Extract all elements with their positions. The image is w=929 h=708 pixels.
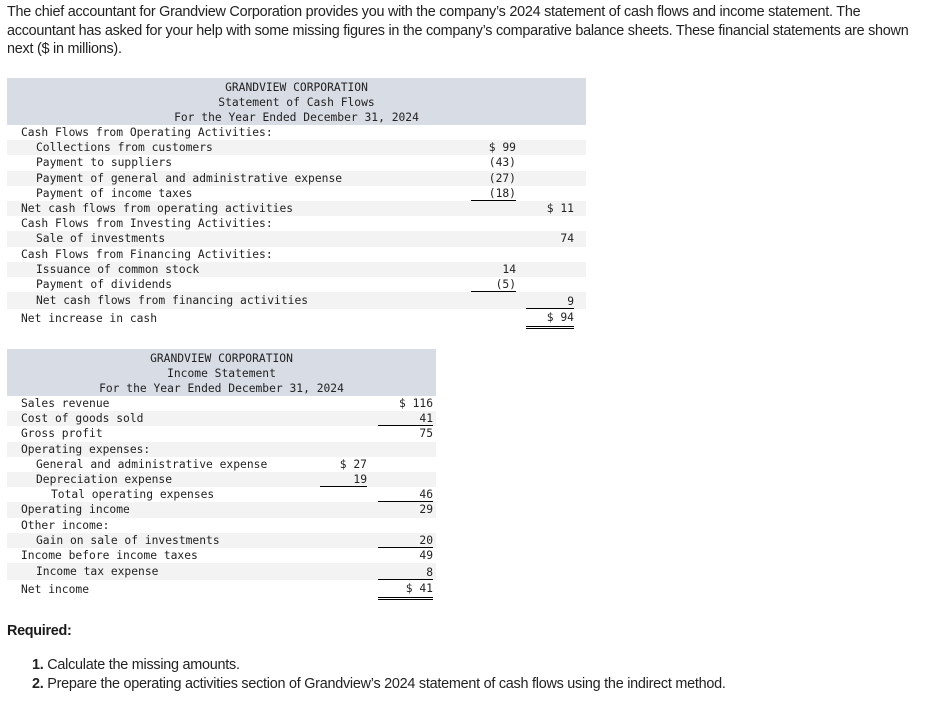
item-text: Prepare the operating activities section…: [43, 676, 726, 692]
row-label: Payment of general and administrative ex…: [36, 171, 343, 185]
table-row: Payment of dividends (5): [7, 277, 586, 292]
statement-period: For the Year Ended December 31, 2024: [99, 382, 344, 395]
amount-col1: (18): [471, 186, 516, 201]
row-label: Gross profit: [21, 427, 103, 441]
table-row: Cost of goods sold 41: [7, 411, 436, 427]
table-row: Payment of general and administrative ex…: [7, 170, 586, 186]
row-label: Payment of dividends: [36, 277, 173, 291]
amount-col1: 14: [502, 262, 516, 276]
table-row: Total operating expenses 46: [7, 487, 436, 503]
row-label: Net cash flows from financing activities: [36, 294, 309, 308]
table-row: Gross profit 75: [7, 426, 436, 441]
row-label: Gain on sale of investments: [36, 533, 220, 547]
income-statement: GRANDVIEW CORPORATION Income Statement F…: [7, 349, 436, 601]
row-label: General and administrative expense: [36, 457, 268, 471]
required-heading: Required:: [7, 623, 72, 639]
table-row: Depreciation expense 19: [7, 471, 436, 488]
table-row: Payment to suppliers (43): [7, 155, 586, 170]
row-label: Depreciation expense: [36, 472, 173, 486]
amount-col1: (43): [488, 156, 516, 170]
row-label: Sales revenue: [21, 397, 110, 410]
company-name: GRANDVIEW CORPORATION: [225, 81, 368, 94]
statement-period: For the Year Ended December 31, 2024: [174, 111, 419, 124]
row-label: Operating income: [21, 503, 130, 517]
required-item: 1. Calculate the missing amounts.: [32, 656, 726, 675]
amount-col2: $ 116: [398, 397, 433, 410]
intro-paragraph: The chief accountant for Grandview Corpo…: [7, 4, 909, 57]
amount-col2: 74: [560, 232, 574, 246]
row-label: Cash Flows from Operating Activities:: [21, 126, 273, 139]
row-label: Net increase in cash: [21, 312, 158, 326]
amount-col2: 46: [378, 487, 433, 503]
statement-header: GRANDVIEW CORPORATION Income Statement F…: [7, 349, 436, 396]
amount-col1: $ 99: [488, 141, 516, 155]
amount-col1: (27): [488, 171, 516, 185]
row-label: Total operating expenses: [51, 488, 215, 502]
row-label: Income tax expense: [36, 565, 159, 579]
amount-col2: 75: [419, 427, 433, 441]
table-row: Collections from customers $ 99: [7, 140, 586, 156]
table-row: Operating expenses:: [7, 441, 436, 457]
table-row: Cash Flows from Operating Activities:: [7, 125, 586, 140]
table-row: General and administrative expense $ 27: [7, 457, 436, 472]
row-label: Net cash flows from operating activities: [21, 201, 294, 215]
row-label: Cost of goods sold: [21, 412, 144, 426]
table-row: Net increase in cash $ 94: [7, 309, 586, 330]
row-label: Operating expenses:: [21, 442, 151, 456]
row-label: Net income: [21, 583, 90, 597]
amount-col2: 8: [378, 563, 433, 581]
row-label: Issuance of common stock: [36, 262, 200, 276]
amount-col2: 41: [378, 411, 433, 427]
table-row: Cash Flows from Financing Activities:: [7, 247, 586, 262]
table-row: Income before income taxes 49: [7, 548, 436, 563]
amount-col2: 9: [526, 292, 574, 310]
row-label: Cash Flows from Financing Activities:: [21, 247, 273, 261]
amount-col2: 20: [378, 533, 433, 548]
table-row: Payment of income taxes (18): [7, 186, 586, 201]
table-row: Net cash flows from operating activities…: [7, 200, 586, 217]
table-row: Net income $ 41: [7, 580, 436, 601]
amount-col2: 29: [419, 503, 433, 517]
row-label: Payment of income taxes: [36, 186, 193, 200]
table-row: Income tax expense 8: [7, 563, 436, 581]
statement-title: Statement of Cash Flows: [218, 96, 375, 109]
item-number: 1.: [32, 657, 44, 673]
table-row: Operating income 29: [7, 502, 436, 518]
table-row: Net cash flows from financing activities…: [7, 292, 586, 310]
statement-header: GRANDVIEW CORPORATION Statement of Cash …: [7, 78, 586, 125]
table-row: Cash Flows from Investing Activities:: [7, 216, 586, 231]
table-row: Issuance of common stock 14: [7, 261, 586, 277]
row-label: Cash Flows from Investing Activities:: [21, 217, 273, 231]
amount-col1: $ 27: [339, 457, 367, 471]
row-label: Other income:: [21, 518, 110, 532]
required-item: 2. Prepare the operating activities sect…: [32, 675, 726, 694]
amount-col2: $ 94: [526, 309, 574, 330]
cash-flow-statement: GRANDVIEW CORPORATION Statement of Cash …: [7, 78, 586, 330]
row-label: Payment to suppliers: [36, 156, 173, 170]
required-list: 1. Calculate the missing amounts. 2. Pre…: [32, 656, 726, 694]
statement-title: Income Statement: [167, 367, 276, 380]
amount-col2: $ 11: [546, 201, 574, 215]
table-row: Other income:: [7, 518, 436, 533]
table-row: Gain on sale of investments 20: [7, 532, 436, 548]
row-label: Income before income taxes: [21, 548, 198, 562]
item-text: Calculate the missing amounts.: [43, 657, 240, 673]
amount-col1: 19: [320, 472, 367, 487]
table-row: Sales revenue $ 116: [7, 396, 436, 411]
amount-col2: 49: [419, 548, 433, 562]
row-label: Collections from customers: [36, 141, 213, 155]
amount-col2: $ 41: [378, 580, 433, 601]
amount-col1: (5): [471, 277, 516, 292]
item-number: 2.: [32, 676, 44, 692]
row-label: Sale of investments: [36, 232, 166, 246]
table-row: Sale of investments 74: [7, 231, 586, 247]
company-name: GRANDVIEW CORPORATION: [150, 352, 293, 365]
